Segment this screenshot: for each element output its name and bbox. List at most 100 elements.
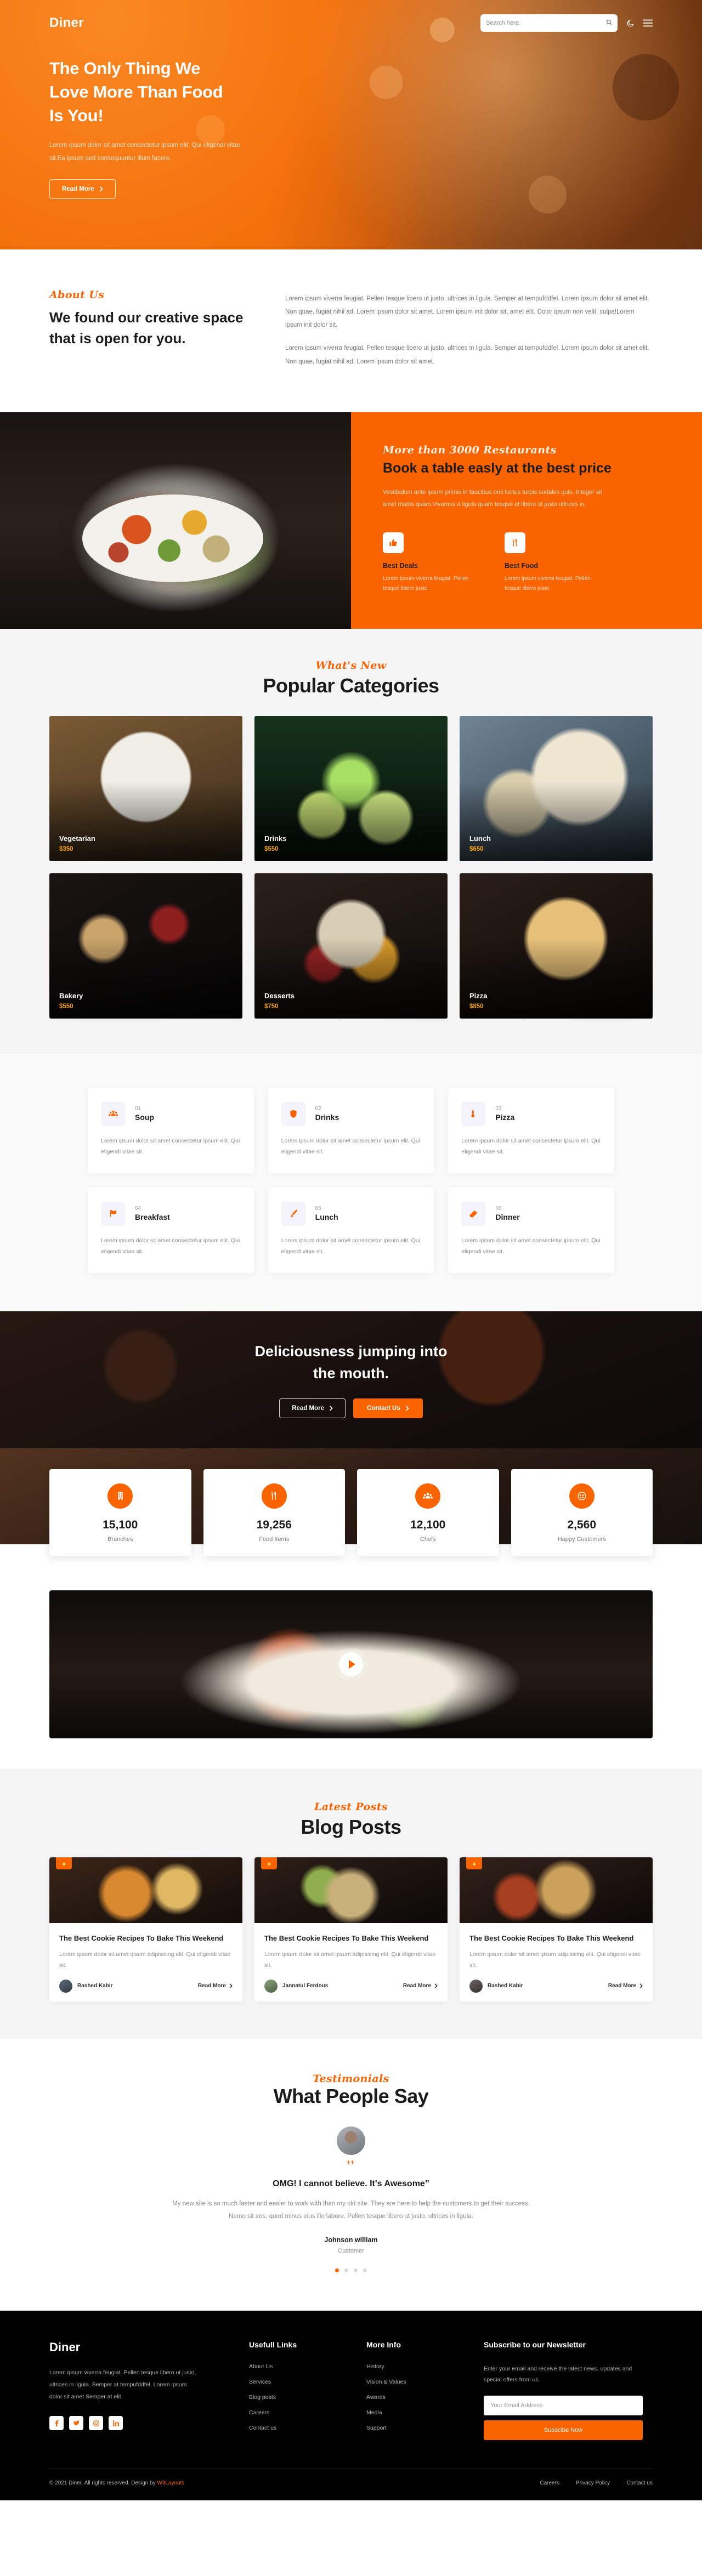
footer-link-vision-values[interactable]: Vision & Values (366, 2379, 465, 2385)
menu-type-card[interactable]: 04 Breakfast Lorem ipsum dolor sit amet … (88, 1187, 254, 1273)
delicious-contact-label: Contact Us (367, 1404, 400, 1412)
stat-value: 2,560 (567, 1518, 597, 1531)
quote-icon: ’’ (347, 2158, 355, 2172)
hamburger-icon[interactable] (643, 19, 653, 27)
blog-card[interactable]: 🔥 The Best Cookie Recipes To Bake This W… (460, 1857, 653, 2001)
linkedin-icon[interactable] (109, 2416, 123, 2431)
delicious-title: Deliciousness jumping into the mouth. (254, 1341, 447, 1384)
footer-link-contact-us[interactable]: Contact us (249, 2425, 348, 2431)
menu-type-desc: Lorem ipsum dolor sit amet consectetur i… (461, 1137, 601, 1156)
blog-post-excerpt: Lorem ipsum dolor sit amet ipsum adipisi… (264, 1951, 436, 1969)
blog-read-more-label: Read More (403, 1983, 431, 1989)
stats-section: 15,100 Branches 19,256 Food Items 12,100… (0, 1448, 702, 1556)
menu-type-desc: Lorem ipsum dolor sit amet consectetur i… (101, 1137, 240, 1156)
blog-post-title: The Best Cookie Recipes To Bake This Wee… (469, 1934, 634, 1942)
delicious-banner: Deliciousness jumping into the mouth. Re… (0, 1311, 702, 1448)
delicious-read-more-button[interactable]: Read More (279, 1398, 346, 1418)
delicious-contact-button[interactable]: Contact Us (353, 1398, 423, 1418)
search-icon[interactable] (606, 18, 612, 28)
newsletter-subscribe-button[interactable]: Subscibe Now (484, 2420, 643, 2440)
hero-read-more-button[interactable]: Read More (49, 179, 116, 200)
footer-link-support[interactable]: Support (366, 2425, 465, 2431)
category-card[interactable]: Lunch $650 (460, 715, 653, 861)
chefs-icon (415, 1483, 441, 1509)
stat-value: 15,100 (103, 1518, 138, 1531)
menu-type-card[interactable]: 03 Pizza Lorem ipsum dolor sit amet cons… (448, 1087, 614, 1173)
blog-read-more-link[interactable]: Read More (198, 1983, 233, 1989)
footer-bottom-contact[interactable]: Contact us (626, 2480, 653, 2486)
chevron-right-icon (229, 1983, 233, 1989)
carousel-dot[interactable] (344, 2268, 348, 2272)
blog-post-excerpt: Lorem ipsum dolor sit amet ipsum adipisi… (469, 1951, 641, 1969)
facebook-icon[interactable] (49, 2416, 64, 2431)
footer-logo[interactable]: Diner (49, 2340, 230, 2355)
category-card[interactable]: Vegetarian $350 (49, 715, 242, 861)
blog-card[interactable]: 🔥 The Best Cookie Recipes To Bake This W… (254, 1857, 448, 2001)
footer-link-history[interactable]: History (366, 2363, 465, 2370)
book-paragraph: Vestibulum ante ipsum primis in faucibus… (383, 488, 602, 508)
menu-type-card[interactable]: 02 Drinks Lorem ipsum dolor sit amet con… (268, 1087, 434, 1173)
blog-image: 🔥 (254, 1857, 448, 1923)
carousel-dot[interactable] (354, 2268, 358, 2272)
footer-link-blog-posts[interactable]: Blog posts (249, 2394, 348, 2401)
site-logo[interactable]: Diner (49, 15, 84, 31)
chevron-right-icon (329, 1405, 333, 1411)
menu-type-desc: Lorem ipsum dolor sit amet consectetur i… (281, 1137, 420, 1156)
hero-read-more-label: Read More (62, 186, 94, 193)
testimonial-section: Testimonials What People Say ’’ OMG! I c… (0, 2038, 702, 2311)
category-card[interactable]: Desserts $750 (254, 873, 448, 1019)
menu-type-desc: Lorem ipsum dolor sit amet consectetur i… (281, 1237, 420, 1255)
blog-read-more-link[interactable]: Read More (403, 1983, 438, 1989)
footer-bottom-privacy[interactable]: Privacy Policy (576, 2480, 610, 2486)
blog-post-title: The Best Cookie Recipes To Bake This Wee… (264, 1934, 429, 1942)
carousel-dot[interactable] (363, 2268, 367, 2272)
blog-read-more-link[interactable]: Read More (608, 1983, 643, 1989)
category-card[interactable]: Bakery $550 (49, 873, 242, 1019)
menu-type-number: 06 (495, 1205, 502, 1212)
category-card[interactable]: Pizza $850 (460, 873, 653, 1019)
search-input[interactable] (486, 20, 606, 26)
avatar (264, 1979, 278, 1993)
twitter-icon[interactable] (69, 2416, 83, 2431)
footer-link-media[interactable]: Media (366, 2409, 465, 2416)
avatar (469, 1979, 483, 1993)
footer-link-services[interactable]: Services (249, 2379, 348, 2385)
categories-title: Popular Categories (263, 674, 439, 697)
footer-link-awards[interactable]: Awards (366, 2394, 465, 2401)
carousel-dot[interactable] (335, 2268, 339, 2272)
blog-author: Jannatul Ferdous (282, 1983, 329, 1989)
designer-link[interactable]: W3Layouts (157, 2480, 184, 2486)
category-name: Vegetarian (59, 834, 95, 843)
menu-type-number: 04 (135, 1205, 141, 1212)
category-card[interactable]: Drinks $550 (254, 715, 448, 861)
stat-label: Branches (107, 1536, 133, 1543)
footer-link-about-us[interactable]: About Us (249, 2363, 348, 2370)
footer-about-text: Lorem ipsum viverra feugiat. Pellen tesq… (49, 2369, 196, 2401)
feature-item: Best Food Lorem ipsum viverra feugiat. P… (505, 532, 598, 594)
menu-type-card[interactable]: 05 Lunch Lorem ipsum dolor sit amet cons… (268, 1187, 434, 1273)
social-links (49, 2416, 230, 2431)
instagram-icon[interactable] (89, 2416, 103, 2431)
play-button-icon[interactable] (339, 1652, 363, 1676)
newsletter-email-input[interactable] (484, 2395, 643, 2415)
fire-badge-icon: 🔥 (56, 1857, 72, 1869)
moon-icon[interactable] (626, 19, 635, 27)
feature-title: Best Food (505, 561, 539, 570)
carousel-dots (49, 2268, 653, 2272)
search-box[interactable] (480, 14, 618, 32)
about-paragraph-1: Lorem ipsum viverra feugiat. Pellen tesq… (285, 295, 649, 329)
video-section (0, 1544, 702, 1769)
menu-type-card[interactable]: 06 Dinner Lorem ipsum dolor sit amet con… (448, 1187, 614, 1273)
video-player[interactable] (49, 1590, 653, 1738)
footer-link-careers[interactable]: Careers (249, 2409, 348, 2416)
chevron-right-icon (639, 1983, 643, 1989)
blog-card[interactable]: 🔥 The Best Cookie Recipes To Bake This W… (49, 1857, 242, 2001)
menu-type-card[interactable]: 01 Soup Lorem ipsum dolor sit amet conse… (88, 1087, 254, 1173)
fire-badge-icon: 🔥 (466, 1857, 483, 1869)
top-navigation: Diner (49, 0, 653, 32)
category-name: Desserts (264, 991, 295, 1000)
blog-image: 🔥 (49, 1857, 242, 1923)
category-name: Lunch (469, 834, 491, 843)
footer-bottom-careers[interactable]: Careers (540, 2480, 559, 2486)
footer-more-heading: More Info (366, 2340, 401, 2349)
